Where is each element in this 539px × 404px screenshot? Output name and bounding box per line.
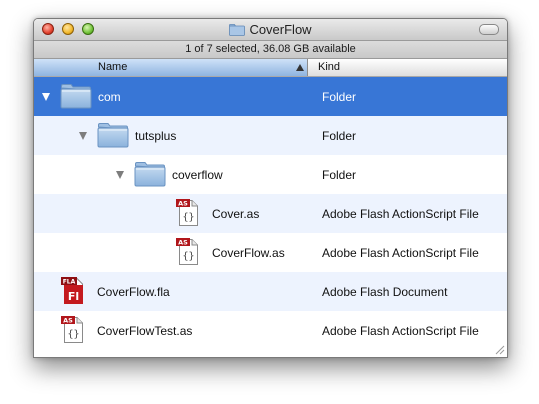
flash-document-icon: FLA Fl bbox=[61, 277, 83, 304]
actionscript-file-icon: AS {} bbox=[176, 199, 198, 226]
svg-text:{}: {} bbox=[182, 212, 194, 223]
svg-text:Fl: Fl bbox=[68, 290, 79, 303]
file-kind: Adobe Flash Document bbox=[322, 285, 448, 299]
list-item[interactable]: AS {} CoverFlow.as Adobe Flash ActionScript… bbox=[34, 233, 507, 272]
window-title-text: CoverFlow bbox=[249, 22, 312, 37]
resize-grip-icon[interactable] bbox=[494, 344, 505, 355]
status-bar: 1 of 7 selected, 36.08 GB available bbox=[34, 41, 507, 59]
column-header: Name Kind bbox=[34, 59, 507, 77]
folder-icon bbox=[134, 162, 166, 187]
disclosure-triangle-icon[interactable] bbox=[116, 171, 124, 179]
svg-text:AS: AS bbox=[178, 239, 188, 247]
file-name: tutsplus bbox=[135, 129, 177, 143]
title-bar[interactable]: CoverFlow bbox=[34, 19, 507, 41]
file-name: com bbox=[98, 90, 121, 104]
file-kind: Adobe Flash ActionScript File bbox=[322, 246, 479, 260]
file-kind: Folder bbox=[322, 168, 357, 182]
actionscript-file-icon: AS {} bbox=[61, 316, 83, 343]
svg-text:{}: {} bbox=[182, 251, 194, 262]
folder-icon bbox=[60, 84, 92, 109]
folder-icon bbox=[97, 123, 129, 148]
folder-icon bbox=[229, 23, 246, 36]
list-item[interactable]: coverflow Folder bbox=[34, 155, 507, 194]
file-name: CoverFlow.fla bbox=[97, 285, 170, 299]
file-kind: Folder bbox=[322, 129, 357, 143]
kind-column-header[interactable]: Kind bbox=[318, 61, 340, 73]
sort-ascending-icon bbox=[296, 64, 304, 71]
list-item[interactable]: AS {} CoverFlowTest.as Adobe Flash ActionSc… bbox=[34, 311, 507, 350]
file-list: com Folder tutsplus Folder coverflow Folder AS… bbox=[34, 77, 507, 350]
list-item[interactable]: tutsplus Folder bbox=[34, 116, 507, 155]
file-name: CoverFlow.as bbox=[212, 246, 285, 260]
svg-text:FLA: FLA bbox=[63, 279, 76, 286]
toolbar-toggle-button[interactable] bbox=[479, 24, 499, 35]
file-kind: Adobe Flash ActionScript File bbox=[322, 324, 479, 338]
list-item[interactable]: com Folder bbox=[34, 77, 507, 116]
file-kind: Folder bbox=[322, 90, 357, 104]
disclosure-triangle-icon[interactable] bbox=[79, 132, 87, 140]
svg-text:AS: AS bbox=[63, 317, 73, 325]
finder-window: CoverFlow 1 of 7 selected, 36.08 GB avai… bbox=[33, 18, 508, 358]
file-name: coverflow bbox=[172, 168, 223, 182]
svg-text:{}: {} bbox=[67, 329, 79, 340]
file-name: Cover.as bbox=[212, 207, 260, 221]
file-name: CoverFlowTest.as bbox=[97, 324, 193, 338]
disclosure-triangle-icon[interactable] bbox=[42, 93, 50, 101]
svg-text:AS: AS bbox=[178, 200, 188, 208]
window-title: CoverFlow bbox=[34, 19, 507, 40]
name-column-label: Name bbox=[98, 61, 128, 73]
actionscript-file-icon: AS {} bbox=[176, 238, 198, 265]
name-column-header[interactable]: Name bbox=[34, 59, 308, 76]
list-item[interactable]: FLA Fl CoverFlow.fla Adobe Flash Document bbox=[34, 272, 507, 311]
file-kind: Adobe Flash ActionScript File bbox=[322, 207, 479, 221]
list-item[interactable]: AS {} Cover.as Adobe Flash ActionScript Fil… bbox=[34, 194, 507, 233]
